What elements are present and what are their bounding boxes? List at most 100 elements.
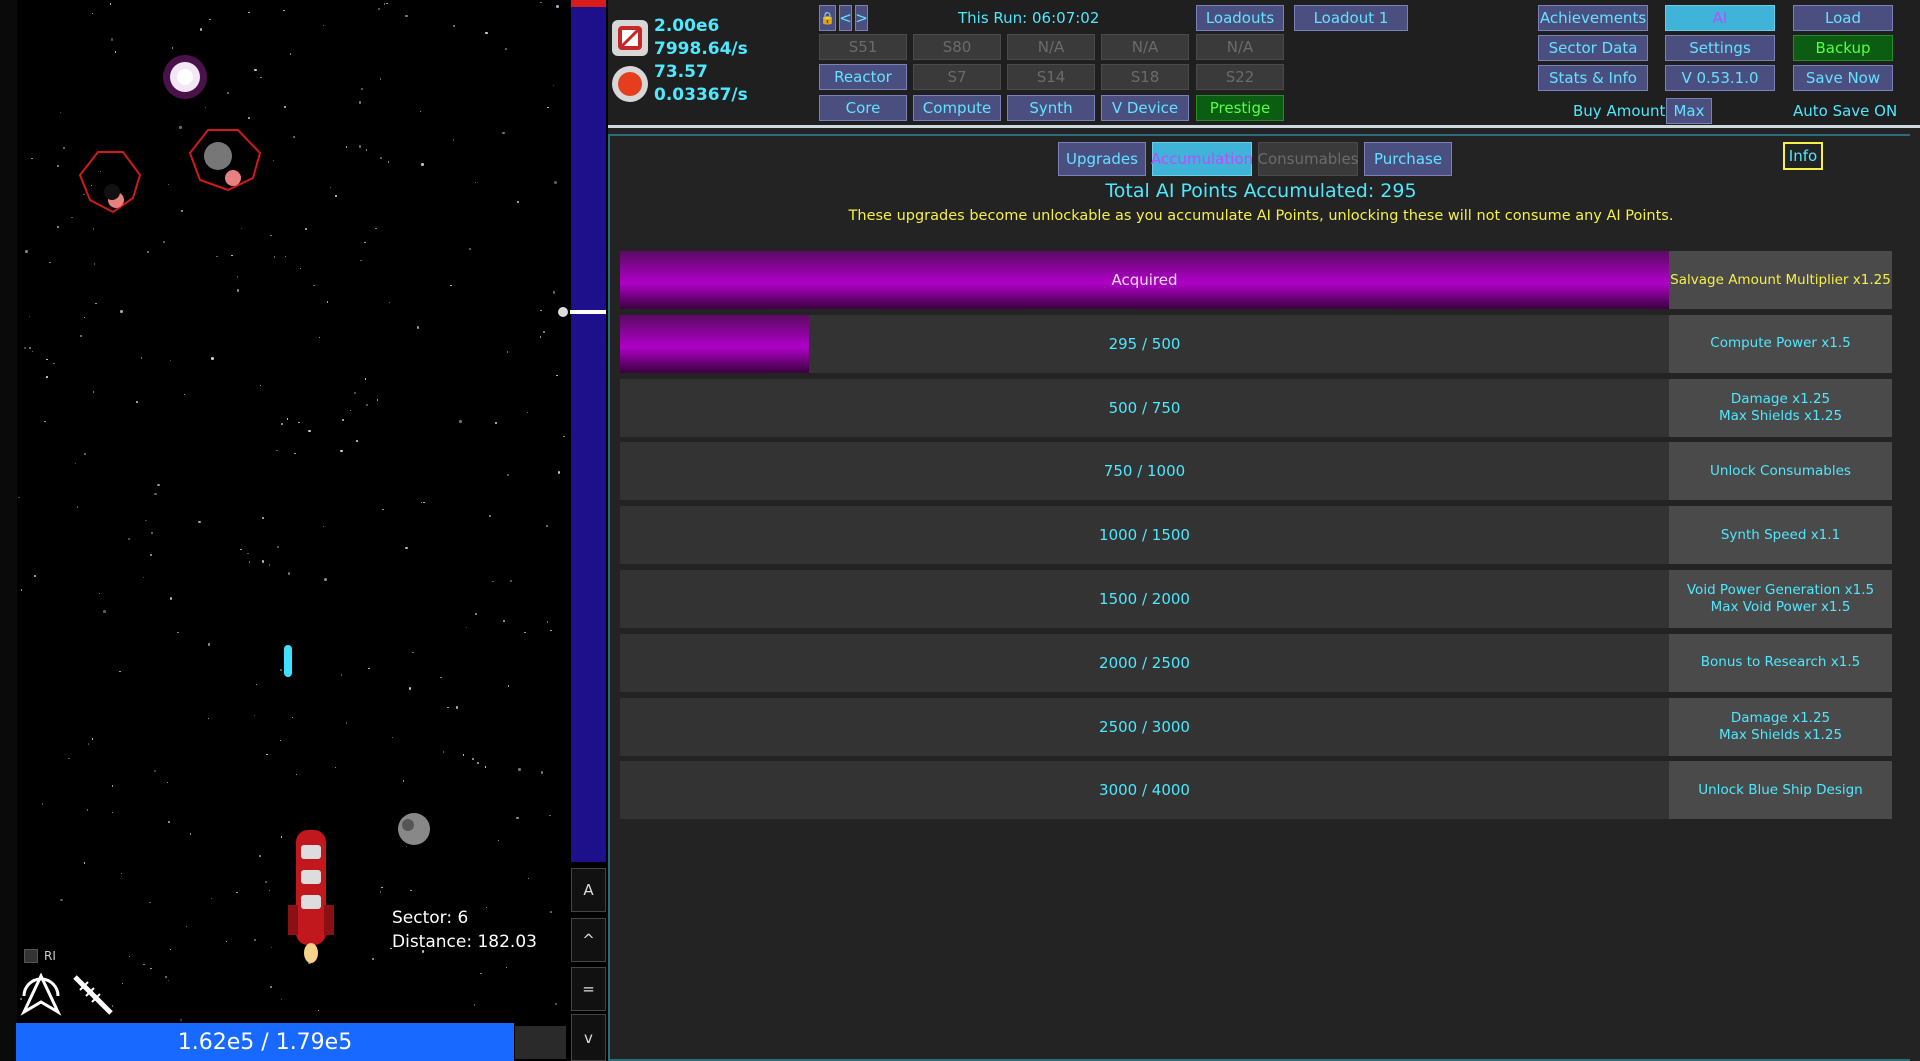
slot-button[interactable]: S14 <box>1007 64 1095 90</box>
load-button[interactable]: Load <box>1793 5 1893 31</box>
star <box>502 619 505 623</box>
star <box>283 9 285 12</box>
star <box>76 506 79 508</box>
star <box>68 757 70 760</box>
star <box>326 301 329 303</box>
tab-upgrades[interactable]: Upgrades <box>1058 142 1146 176</box>
tab-accumulation[interactable]: Accumulation <box>1151 142 1253 176</box>
next-button[interactable]: > <box>855 5 868 31</box>
up-button[interactable]: ^ <box>571 918 606 962</box>
autosave-status[interactable]: Auto Save ON <box>1793 102 1897 120</box>
settings-button[interactable]: Settings <box>1665 35 1775 61</box>
achievements-button[interactable]: Achievements <box>1538 5 1648 31</box>
progress-label: 500 / 750 <box>1108 398 1181 417</box>
version-button[interactable]: V 0.53.1.0 <box>1665 65 1775 91</box>
tab-purchase[interactable]: Purchase <box>1364 142 1452 176</box>
star <box>524 631 526 634</box>
buy-amount-button[interactable]: Max <box>1666 98 1712 124</box>
slot-button[interactable]: N/A <box>1196 34 1284 60</box>
star <box>147 251 149 253</box>
star <box>416 326 420 329</box>
star <box>342 419 344 421</box>
star <box>335 195 337 197</box>
star <box>405 546 408 550</box>
star <box>109 3 112 5</box>
reward-label: Damage x1.25 Max Shields x1.25 <box>1669 378 1892 437</box>
star <box>167 183 170 186</box>
sector-progress-marker <box>570 310 606 314</box>
star <box>179 1018 183 1022</box>
star <box>34 575 36 577</box>
reward-line: Void Power Generation x1.5 <box>1686 582 1875 598</box>
lock-button[interactable]: 🔒 <box>819 5 836 31</box>
slot-button[interactable]: S22 <box>1196 64 1284 90</box>
star <box>455 706 459 709</box>
star <box>57 226 59 228</box>
star <box>286 418 289 420</box>
star <box>442 751 445 753</box>
progress-bar: Acquired <box>620 251 1669 309</box>
tab-compute[interactable]: Compute <box>913 95 1001 121</box>
sword-icon[interactable] <box>70 972 116 1018</box>
star <box>298 421 300 424</box>
loadouts-button[interactable]: Loadouts <box>1196 5 1284 31</box>
star <box>18 496 20 499</box>
star <box>539 336 542 338</box>
star <box>353 391 357 395</box>
star <box>169 359 172 362</box>
ship-icon[interactable] <box>18 972 64 1018</box>
slot-button[interactable]: N/A <box>1007 34 1095 60</box>
slot-button[interactable]: N/A <box>1101 34 1189 60</box>
slot-button[interactable]: S7 <box>913 64 1001 90</box>
reward-label: Unlock Consumables <box>1669 442 1892 501</box>
down-button[interactable]: v <box>571 1014 606 1061</box>
tab-ai[interactable]: AI <box>1665 5 1775 31</box>
star <box>527 877 530 880</box>
info-button[interactable]: Info <box>1783 142 1823 170</box>
star <box>261 516 265 519</box>
tab-prestige[interactable]: Prestige <box>1196 95 1284 121</box>
tab-synth[interactable]: Synth <box>1007 95 1095 121</box>
sector-data-button[interactable]: Sector Data <box>1538 35 1648 61</box>
star <box>469 248 471 250</box>
star <box>376 399 379 401</box>
star <box>391 736 394 739</box>
loadout-1-button[interactable]: Loadout 1 <box>1294 5 1408 31</box>
progress-label: 2500 / 3000 <box>1099 717 1190 736</box>
accumulation-row: 2000 / 2500 Bonus to Research x1.5 <box>620 633 1892 692</box>
equal-button[interactable]: = <box>571 967 606 1011</box>
star <box>280 669 282 671</box>
reward-line: Damage x1.25 <box>1730 390 1831 407</box>
ri-checkbox[interactable]: RI <box>24 949 56 963</box>
slot-button[interactable]: S18 <box>1101 64 1189 90</box>
star <box>276 449 278 452</box>
save-now-button[interactable]: Save Now <box>1793 65 1893 91</box>
prev-button[interactable]: < <box>839 5 852 31</box>
tab-v-device[interactable]: V Device <box>1101 95 1189 121</box>
star <box>98 592 101 595</box>
star <box>550 911 552 913</box>
backup-button[interactable]: Backup <box>1793 35 1893 61</box>
reactor-button[interactable]: Reactor <box>819 64 907 90</box>
star <box>554 181 557 184</box>
auto-button[interactable]: A <box>571 868 606 912</box>
reward-line: Max Void Power x1.5 <box>1710 599 1851 615</box>
game-viewport[interactable]: Sector: 6 Distance: 182.03 RI <box>0 0 570 1061</box>
slot-button[interactable]: S51 <box>819 34 907 60</box>
star <box>324 578 327 581</box>
star <box>157 483 160 487</box>
star <box>506 351 509 353</box>
slot-button[interactable]: S80 <box>913 34 1001 60</box>
tab-core[interactable]: Core <box>819 95 907 121</box>
star <box>291 716 294 719</box>
star <box>313 284 315 287</box>
star <box>167 979 170 982</box>
tab-consumables[interactable]: Consumables <box>1258 142 1359 176</box>
checkbox-box[interactable] <box>24 949 38 963</box>
star <box>280 836 283 838</box>
stats-info-button[interactable]: Stats & Info <box>1538 65 1648 91</box>
star <box>198 520 201 524</box>
star <box>472 758 474 760</box>
laser-projectile <box>284 645 292 677</box>
star <box>492 580 494 583</box>
